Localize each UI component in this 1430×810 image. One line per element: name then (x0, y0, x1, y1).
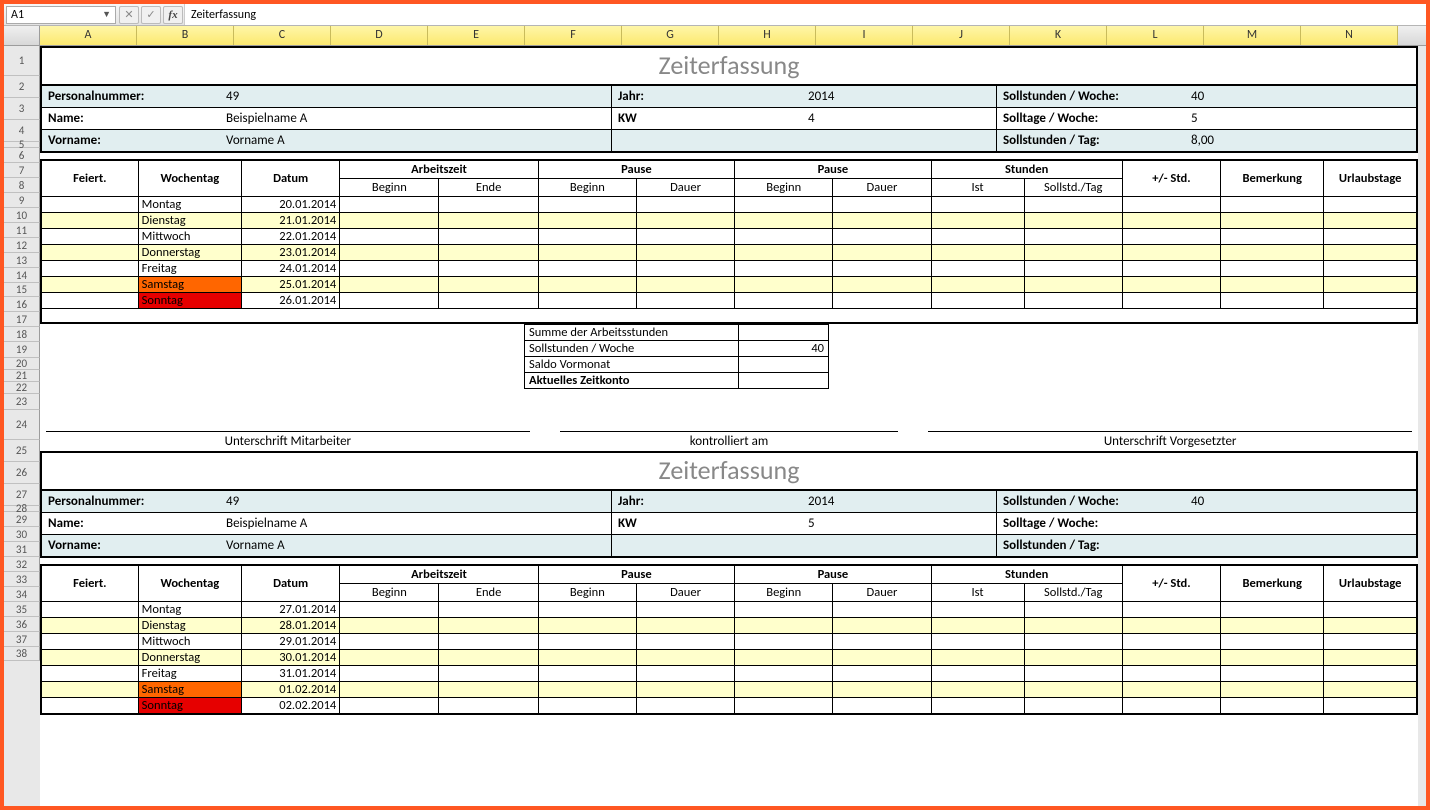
sig-checked: kontrolliert am (560, 431, 899, 449)
grid[interactable]: Zeiterfassung Personalnummer:49 Jahr:201… (40, 46, 1426, 806)
row-header-22[interactable]: 22 (4, 382, 40, 394)
row-header-35[interactable]: 35 (4, 602, 40, 617)
row-header-10[interactable]: 10 (4, 208, 40, 223)
table-row[interactable]: Donnerstag30.01.2014 (41, 649, 1417, 665)
col-header-M[interactable]: M (1204, 26, 1301, 45)
row-header-25[interactable]: 25 (4, 440, 40, 462)
col-header-A[interactable]: A (40, 26, 137, 45)
row-header-26[interactable]: 26 (4, 462, 40, 484)
info-grid: Personalnummer:49 Jahr:2014 Sollstunden … (40, 489, 1418, 558)
table-row[interactable]: Sonntag02.02.2014 (41, 697, 1417, 714)
row-header-31[interactable]: 31 (4, 542, 40, 557)
signatures: Unterschrift Mitarbeiter kontrolliert am… (40, 423, 1418, 451)
name-box-dropdown-icon[interactable]: ▼ (102, 9, 111, 20)
sig-supervisor: Unterschrift Vorgesetzter (928, 431, 1412, 449)
page-title: Zeiterfassung (40, 451, 1418, 489)
col-header-L[interactable]: L (1107, 26, 1204, 45)
row-header-38[interactable]: 38 (4, 647, 40, 661)
table-row[interactable]: Montag20.01.2014 (41, 197, 1417, 213)
table-row[interactable]: Samstag01.02.2014 (41, 681, 1417, 697)
row-header-19[interactable]: 19 (4, 342, 40, 358)
name-box-value: A1 (11, 8, 24, 22)
col-header-E[interactable]: E (428, 26, 525, 45)
select-all-corner[interactable] (4, 26, 40, 45)
col-header-H[interactable]: H (719, 26, 816, 45)
row-header-37[interactable]: 37 (4, 632, 40, 647)
table-row[interactable]: Samstag25.01.2014 (41, 277, 1417, 293)
row-header-15[interactable]: 15 (4, 283, 40, 297)
info-grid: Personalnummer:49 Jahr:2014 Sollstunden … (40, 84, 1418, 153)
row-headers: 1234567891011121314151617181920212223242… (4, 46, 40, 806)
row-header-7[interactable]: 7 (4, 163, 40, 178)
row-header-36[interactable]: 36 (4, 617, 40, 632)
timesheet-table: Feiert.WochentagDatum Arbeitszeit PauseP… (40, 564, 1418, 715)
formula-bar: A1 ▼ ✕ ✓ fx Zeiterfassung (4, 4, 1426, 26)
table-row[interactable]: Mittwoch29.01.2014 (41, 633, 1417, 649)
table-row[interactable]: Mittwoch22.01.2014 (41, 229, 1417, 245)
row-header-17[interactable]: 17 (4, 312, 40, 327)
row-header-2[interactable]: 2 (4, 76, 40, 98)
row-header-6[interactable]: 6 (4, 148, 40, 163)
col-header-J[interactable]: J (913, 26, 1010, 45)
fx-button[interactable]: fx (163, 6, 183, 24)
col-header-D[interactable]: D (331, 26, 428, 45)
col-header-N[interactable]: N (1301, 26, 1398, 45)
row-header-14[interactable]: 14 (4, 268, 40, 283)
scrollbar-stub[interactable] (1418, 46, 1426, 806)
row-header-23[interactable]: 23 (4, 394, 40, 410)
row-header-30[interactable]: 30 (4, 527, 40, 542)
col-header-G[interactable]: G (622, 26, 719, 45)
row-header-32[interactable]: 32 (4, 557, 40, 572)
col-header-B[interactable]: B (137, 26, 234, 45)
table-row[interactable]: Donnerstag23.01.2014 (41, 245, 1417, 261)
table-row[interactable]: Sonntag26.01.2014 (41, 293, 1417, 309)
table-row[interactable]: Freitag31.01.2014 (41, 665, 1417, 681)
row-header-3[interactable]: 3 (4, 98, 40, 120)
cancel-formula-button[interactable]: ✕ (119, 6, 139, 24)
row-header-34[interactable]: 34 (4, 587, 40, 602)
row-header-29[interactable]: 29 (4, 512, 40, 527)
row-header-8[interactable]: 8 (4, 178, 40, 193)
row-header-18[interactable]: 18 (4, 327, 40, 342)
table-row[interactable]: Dienstag21.01.2014 (41, 213, 1417, 229)
page-title: Zeiterfassung (40, 46, 1418, 84)
excel-window: A1 ▼ ✕ ✓ fx Zeiterfassung ABCDEFGHIJKLMN… (0, 0, 1430, 810)
formula-input[interactable]: Zeiterfassung (184, 4, 1426, 25)
name-box[interactable]: A1 ▼ (6, 6, 116, 24)
col-header-F[interactable]: F (525, 26, 622, 45)
accept-formula-button[interactable]: ✓ (141, 6, 161, 24)
row-header-16[interactable]: 16 (4, 297, 40, 312)
formula-text: Zeiterfassung (191, 8, 256, 22)
table-row[interactable]: Montag27.01.2014 (41, 601, 1417, 617)
table-row[interactable]: Freitag24.01.2014 (41, 261, 1417, 277)
row-header-12[interactable]: 12 (4, 238, 40, 253)
sheet-body: 1234567891011121314151617181920212223242… (4, 46, 1426, 806)
row-header-9[interactable]: 9 (4, 193, 40, 208)
row-header-13[interactable]: 13 (4, 253, 40, 268)
timesheet-table: Feiert.WochentagDatum Arbeitszeit PauseP… (40, 159, 1418, 324)
table-row[interactable]: Dienstag28.01.2014 (41, 617, 1417, 633)
row-header-33[interactable]: 33 (4, 572, 40, 587)
summary-box: Summe der Arbeitsstunden Sollstunden / W… (524, 324, 829, 389)
row-header-24[interactable]: 24 (4, 410, 40, 440)
col-header-K[interactable]: K (1010, 26, 1107, 45)
col-header-C[interactable]: C (234, 26, 331, 45)
row-header-11[interactable]: 11 (4, 223, 40, 238)
col-header-I[interactable]: I (816, 26, 913, 45)
row-header-1[interactable]: 1 (4, 46, 40, 76)
column-headers: ABCDEFGHIJKLMN (4, 26, 1426, 46)
sig-employee: Unterschrift Mitarbeiter (46, 431, 530, 449)
